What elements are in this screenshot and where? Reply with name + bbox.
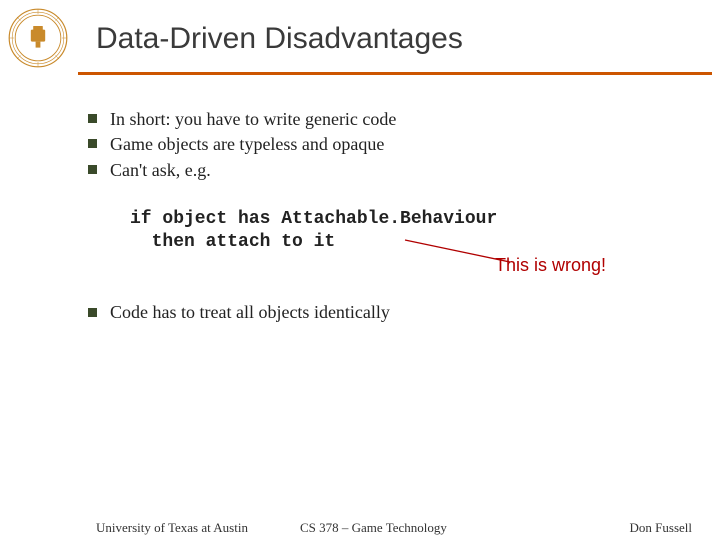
bullet-list-top: In short: you have to write generic code…: [88, 108, 396, 184]
footer-center: CS 378 – Game Technology: [300, 520, 447, 536]
list-item: Game objects are typeless and opaque: [88, 133, 396, 156]
list-item: Can't ask, e.g.: [88, 159, 396, 182]
slide-title: Data-Driven Disadvantages: [96, 22, 463, 56]
footer-right: Don Fussell: [630, 520, 692, 536]
title-underline: [78, 72, 712, 75]
annotation-text: This is wrong!: [495, 255, 606, 276]
footer-left: University of Texas at Austin: [96, 520, 248, 536]
code-line: if object has Attachable.Behaviour: [130, 209, 497, 229]
code-line: then attach to it: [130, 232, 335, 252]
list-item: Code has to treat all objects identicall…: [88, 302, 390, 323]
list-item: In short: you have to write generic code: [88, 108, 396, 131]
bullet-list-bottom: Code has to treat all objects identicall…: [88, 302, 390, 323]
ut-seal-logo: [8, 8, 68, 68]
